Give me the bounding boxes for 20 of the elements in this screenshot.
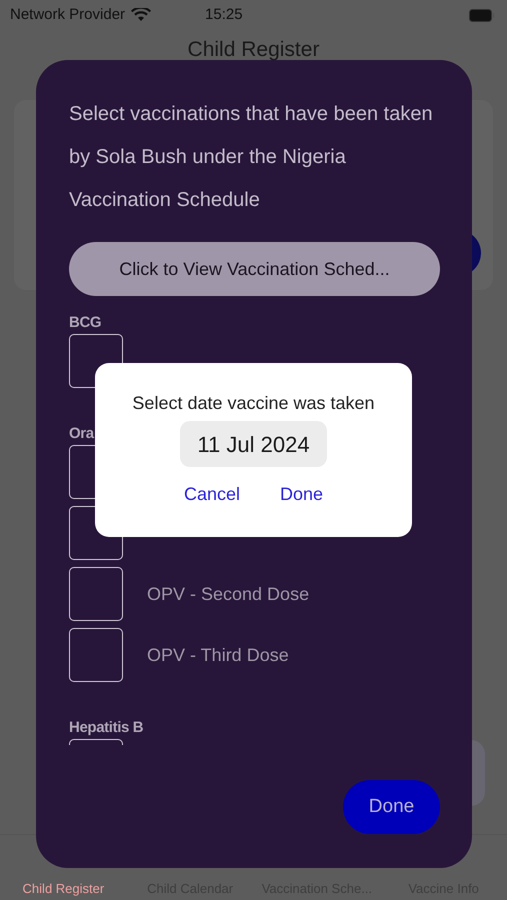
vaccine-label: OPV - Third Dose [147, 644, 289, 666]
battery-icon [469, 8, 495, 22]
group-heading: BCG [69, 313, 102, 333]
group-heading: Hepatitis B [69, 718, 144, 738]
dialog-button[interactable]: Cancel [184, 481, 240, 508]
screen-title: Child Register [188, 37, 320, 63]
dialog-button[interactable]: Done [280, 481, 324, 508]
prompt-text: Select vaccinations that have been taken by Sola Bush under the Nigeria Vaccination Schedule [69, 102, 434, 213]
vaccine-label: OPV - Second Dose [147, 582, 310, 606]
schedule-button[interactable]: Click to View Vaccination Sched... [69, 242, 440, 296]
dialog-title: Select date vaccine was taken [132, 392, 375, 415]
checkbox[interactable] [69, 567, 123, 621]
done-button[interactable]: Done [343, 780, 440, 834]
group-heading: Ora [69, 424, 94, 444]
checkbox[interactable] [69, 628, 123, 682]
date-picker[interactable]: 11 Jul 2024 [180, 421, 327, 467]
wifi-icon [131, 8, 152, 22]
tab-item[interactable]: Child Register [0, 878, 127, 898]
clock-time: 15:25 [205, 4, 243, 25]
carrier-name: Network Provider [10, 4, 126, 25]
